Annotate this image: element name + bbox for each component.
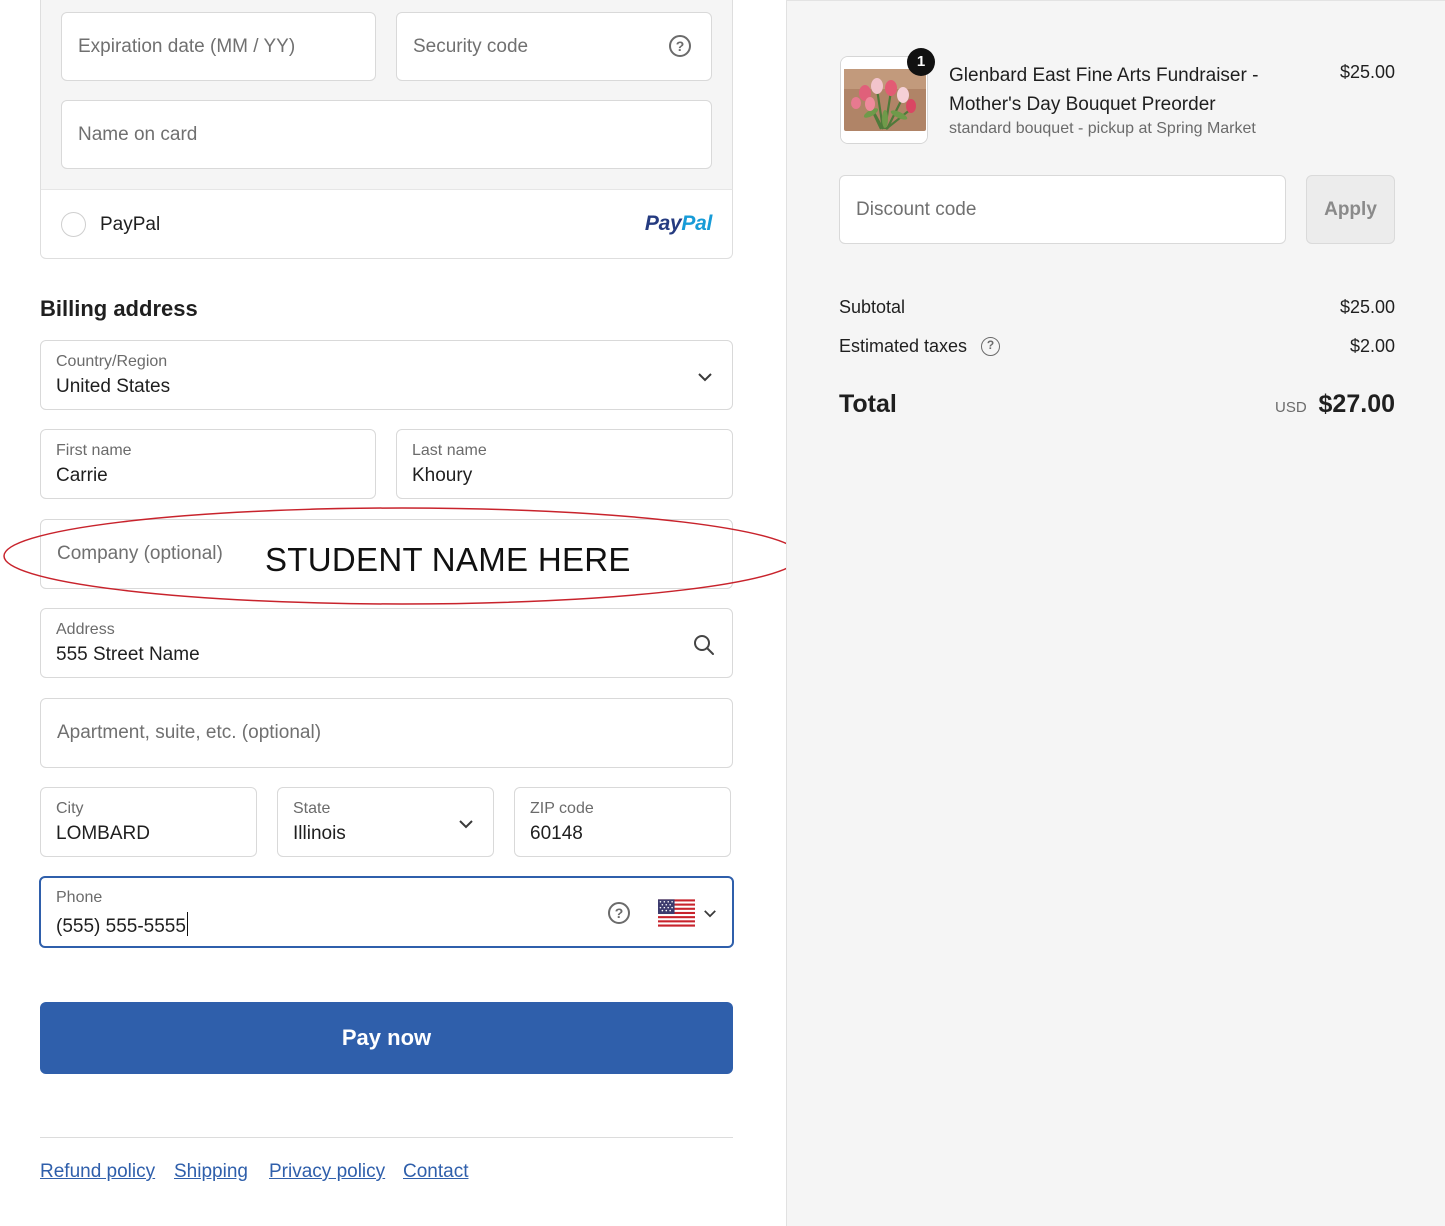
phone-label: Phone xyxy=(56,889,103,906)
first-name-label: First name xyxy=(56,442,132,459)
phone-value-text: (555) 555-5555 xyxy=(56,916,186,937)
security-code-field[interactable]: Security code ? xyxy=(396,12,712,81)
paypal-label: PayPal xyxy=(100,214,161,235)
contact-link[interactable]: Contact xyxy=(403,1161,468,1183)
chevron-down-icon xyxy=(698,373,712,382)
expiration-date-placeholder: Expiration date (MM / YY) xyxy=(78,35,296,57)
subtotal-value: $25.00 xyxy=(1339,297,1395,317)
pay-now-button[interactable]: Pay now xyxy=(40,1002,733,1074)
expiration-date-field[interactable]: Expiration date (MM / YY) xyxy=(61,12,376,81)
paypal-option[interactable]: PayPal PayPal xyxy=(40,189,733,259)
address-value: 555 Street Name xyxy=(56,644,200,665)
paypal-radio[interactable] xyxy=(61,212,86,237)
student-name-annotation: STUDENT NAME HERE xyxy=(265,541,631,578)
discount-code-placeholder: Discount code xyxy=(856,198,977,220)
total-label: Total xyxy=(839,390,897,418)
credit-card-panel: Expiration date (MM / YY) Security code … xyxy=(40,0,733,190)
address-label: Address xyxy=(56,621,115,638)
first-name-value: Carrie xyxy=(56,465,108,486)
country-region-select[interactable]: Country/Region United States xyxy=(40,340,733,410)
privacy-policy-link[interactable]: Privacy policy xyxy=(269,1161,385,1183)
refund-policy-link[interactable]: Refund policy xyxy=(40,1161,155,1183)
city-field[interactable]: City LOMBARD xyxy=(40,787,257,857)
chevron-down-icon xyxy=(459,820,473,829)
name-on-card-field[interactable]: Name on card xyxy=(61,100,712,169)
estimated-taxes-label: Estimated taxes xyxy=(839,336,968,356)
us-flag-icon[interactable] xyxy=(658,899,695,927)
name-on-card-placeholder: Name on card xyxy=(78,123,198,145)
apartment-placeholder: Apartment, suite, etc. (optional) xyxy=(57,722,322,743)
zip-code-label: ZIP code xyxy=(530,800,594,817)
city-value: LOMBARD xyxy=(56,823,150,844)
state-label: State xyxy=(293,800,331,817)
text-caret xyxy=(186,912,188,936)
last-name-field[interactable]: Last name Khoury xyxy=(396,429,733,499)
zip-code-value: 60148 xyxy=(530,823,583,844)
shipping-link[interactable]: Shipping xyxy=(174,1161,248,1183)
chevron-down-icon[interactable] xyxy=(703,909,717,918)
total-currency: USD xyxy=(1275,399,1307,416)
state-value: Illinois xyxy=(293,823,346,844)
product-title: Glenbard East Fine Arts Fundraiser - Mot… xyxy=(949,65,1259,115)
phone-value: (555) 555-5555 xyxy=(56,912,188,938)
product-variant: standard bouquet - pickup at Spring Mark… xyxy=(949,120,1256,137)
city-label: City xyxy=(56,800,84,817)
paypal-logo-pal: Pal xyxy=(681,212,712,235)
country-region-value: United States xyxy=(56,376,171,397)
product-price: $25.00 xyxy=(1339,62,1395,82)
address-field[interactable]: Address 555 Street Name xyxy=(40,608,733,678)
state-select[interactable]: State Illinois xyxy=(277,787,494,857)
security-code-placeholder: Security code xyxy=(413,35,529,57)
quantity-badge: 1 xyxy=(907,48,935,76)
paypal-logo-pay: Pay xyxy=(644,212,682,235)
last-name-value: Khoury xyxy=(412,465,473,486)
first-name-field[interactable]: First name Carrie xyxy=(40,429,376,499)
question-circle-icon[interactable]: ? xyxy=(669,35,691,57)
paypal-logo: PayPal xyxy=(645,212,712,236)
search-icon[interactable] xyxy=(693,634,715,656)
footer-divider xyxy=(40,1137,733,1138)
question-circle-icon[interactable]: ? xyxy=(608,902,630,924)
apartment-field[interactable]: Apartment, suite, etc. (optional) xyxy=(40,698,733,768)
country-region-label: Country/Region xyxy=(56,353,168,370)
phone-field[interactable]: Phone (555) 555-5555 ? xyxy=(39,876,734,948)
zip-code-field[interactable]: ZIP code 60148 xyxy=(514,787,731,857)
question-circle-icon[interactable]: ? xyxy=(981,337,1000,356)
apply-discount-button[interactable]: Apply xyxy=(1306,175,1395,244)
company-placeholder: Company (optional) xyxy=(57,543,223,564)
billing-address-title: Billing address xyxy=(40,296,198,321)
estimated-taxes-value: $2.00 xyxy=(1349,336,1395,356)
last-name-label: Last name xyxy=(412,442,487,459)
total-value: $27.00 xyxy=(1318,390,1395,418)
discount-code-field[interactable]: Discount code xyxy=(839,175,1286,244)
subtotal-label: Subtotal xyxy=(839,297,906,317)
